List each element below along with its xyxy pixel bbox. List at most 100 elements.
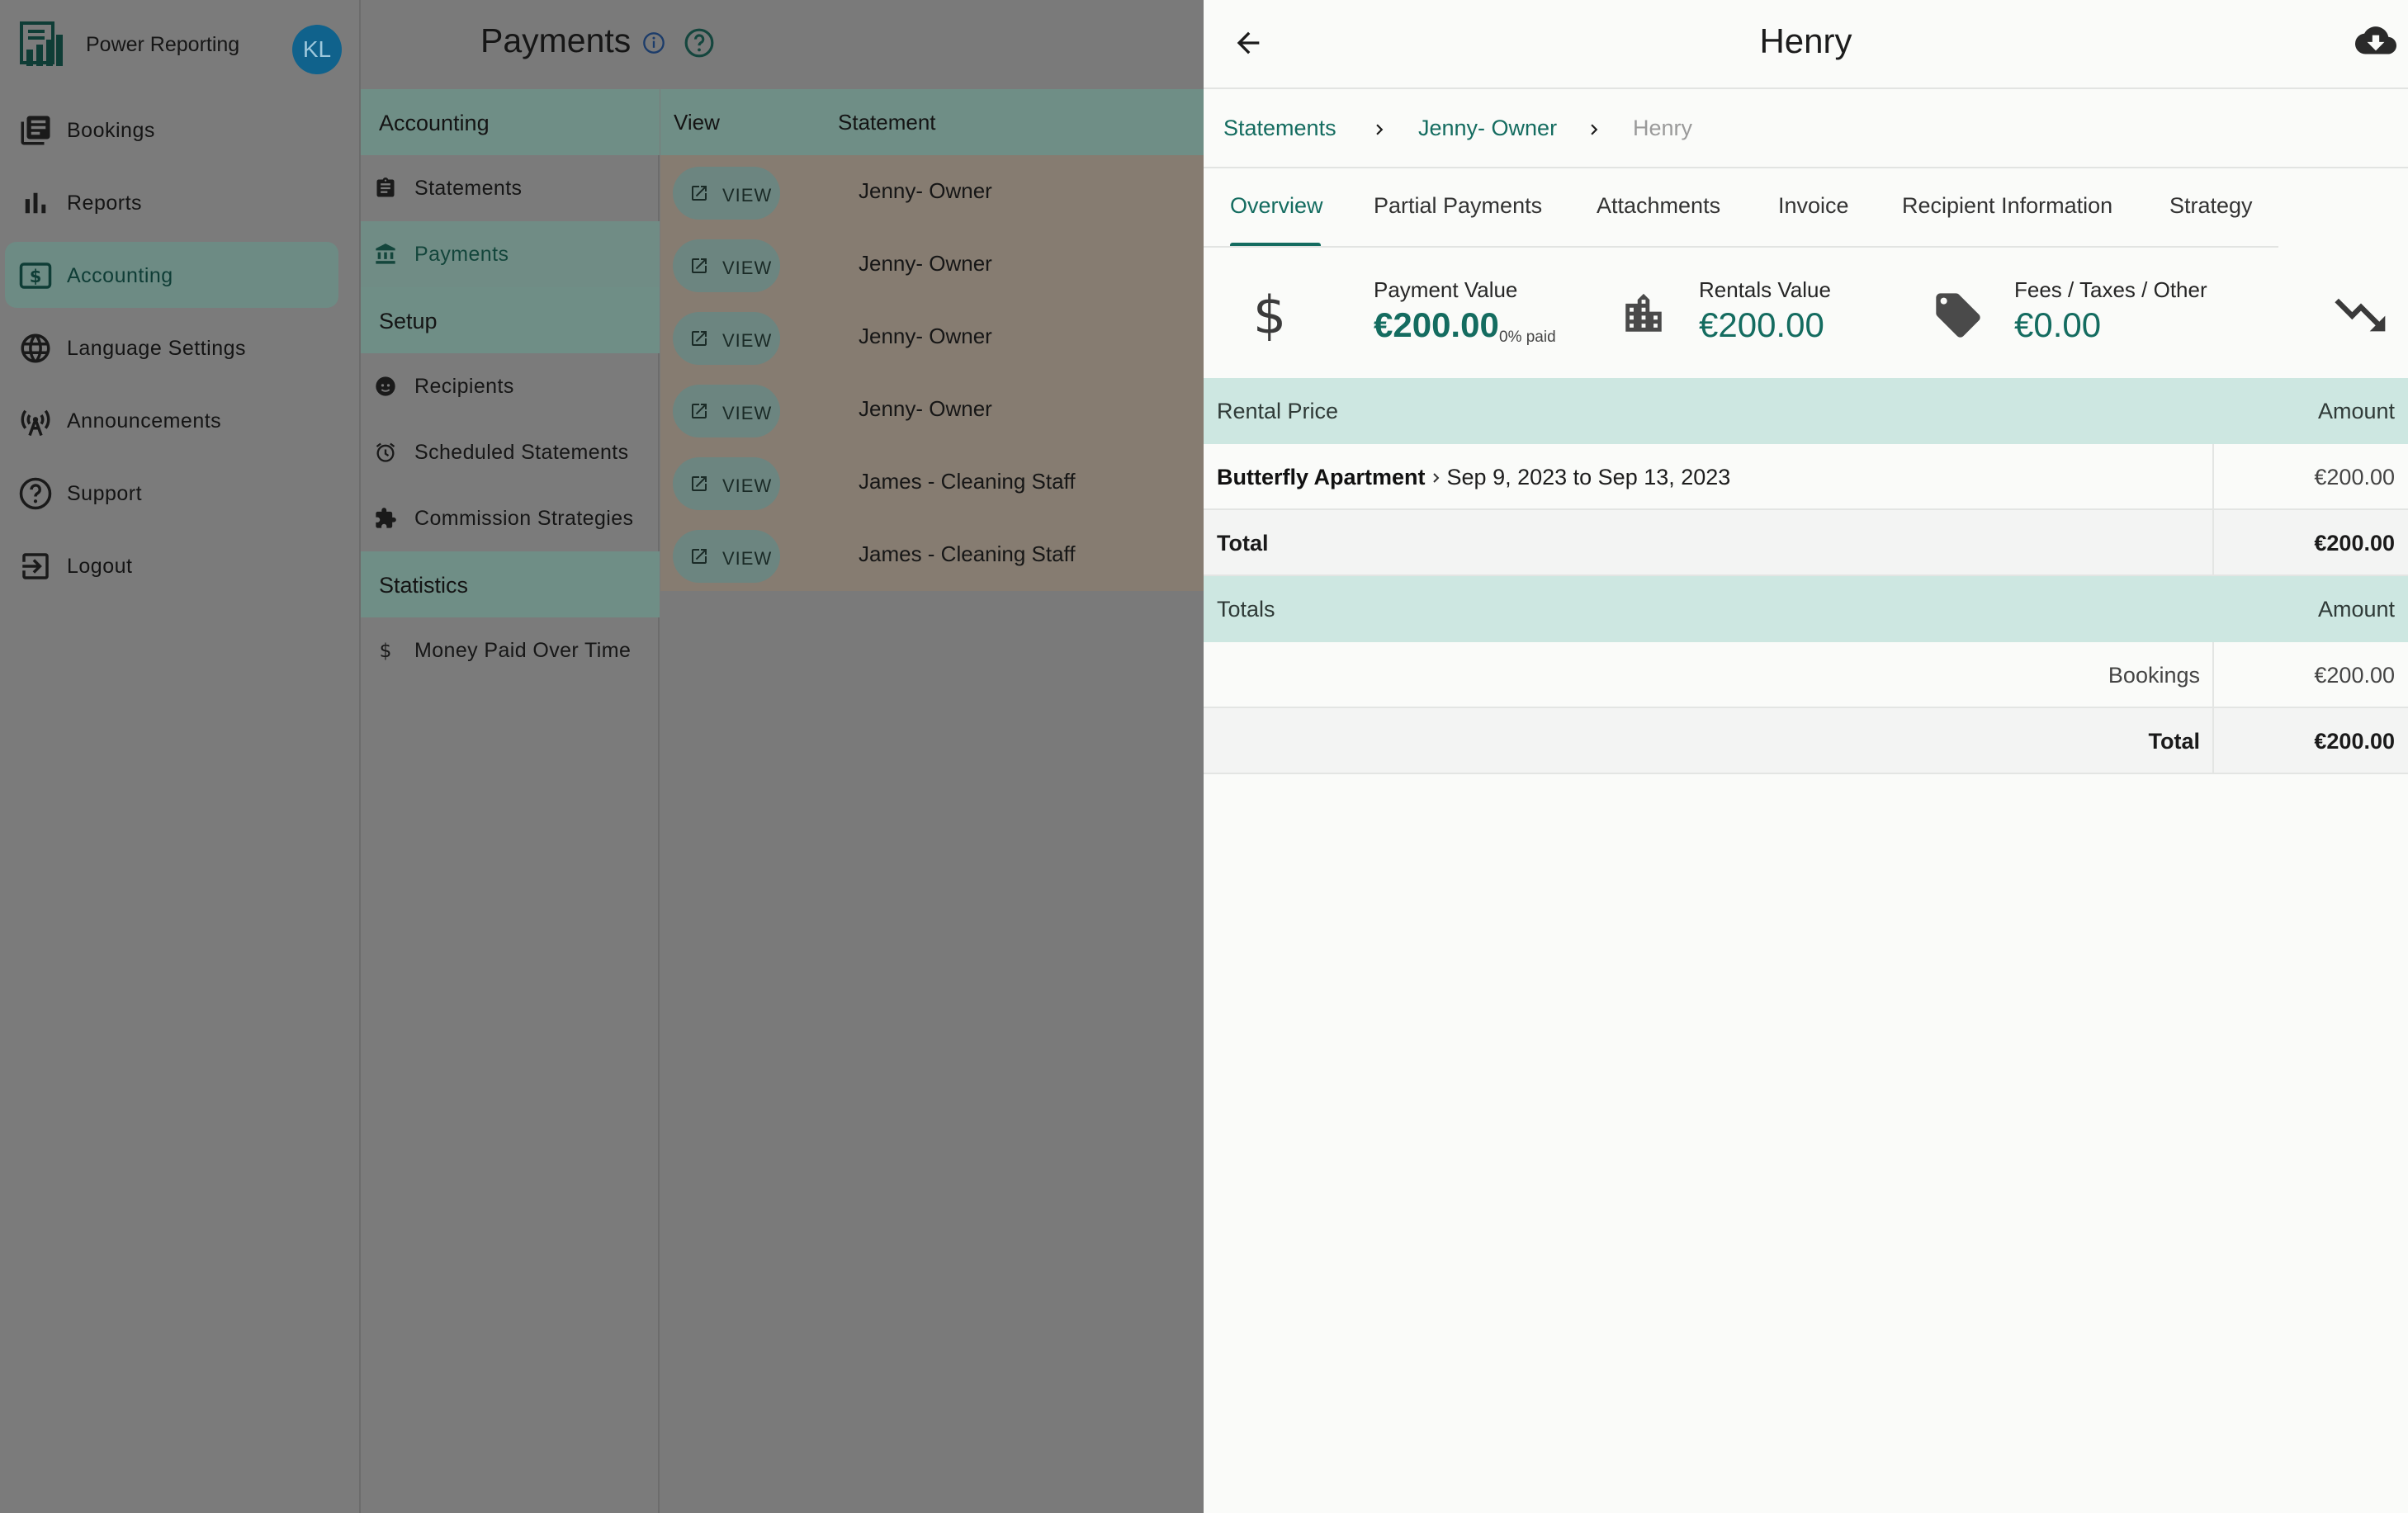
rental-total-label: Total xyxy=(1217,531,1269,556)
stat-value: €0.00 xyxy=(2014,305,2102,344)
view-button[interactable]: VIEW xyxy=(673,385,780,437)
tabs-divider xyxy=(1204,246,2278,248)
totals-total-label: Total xyxy=(2148,729,2201,754)
drawer-header: Henry xyxy=(1204,0,2408,89)
bookings-amount: €200.00 xyxy=(2314,663,2395,688)
help-circle-icon[interactable] xyxy=(684,27,715,59)
table-row: VIEW Jenny- Owner xyxy=(660,373,1204,446)
breadcrumb: Statements Jenny- Owner Henry xyxy=(1204,89,2408,168)
stat-label: Rentals Value xyxy=(1699,277,1831,302)
chevron-right-icon xyxy=(1376,124,1384,135)
subnav-item-label: Payments xyxy=(414,243,509,266)
table-row: Butterfly Apartment Sep 9, 2023 to Sep 13… xyxy=(1204,444,2408,510)
info-icon[interactable] xyxy=(642,31,665,54)
column-header-view[interactable]: View xyxy=(674,110,720,135)
column-divider xyxy=(2212,708,2214,774)
nav-item-logout[interactable]: Logout xyxy=(5,532,338,598)
cloud-download-icon[interactable] xyxy=(2355,26,2396,61)
column-header-statement[interactable]: Statement xyxy=(838,110,936,135)
avatar[interactable]: KL xyxy=(292,25,342,74)
rental-total-amount: €200.00 xyxy=(2314,531,2395,556)
svg-text:$: $ xyxy=(30,267,42,286)
accounting-icon: $ xyxy=(19,262,52,289)
power-reporting-logo-icon xyxy=(20,21,63,66)
tab-partial-payments[interactable]: Partial Payments xyxy=(1374,193,1542,219)
column-header-amount: Amount xyxy=(2317,399,2395,423)
breadcrumb-statements[interactable]: Statements xyxy=(1223,116,1336,141)
subnav-item-scheduled-statements[interactable]: Scheduled Statements xyxy=(361,419,660,485)
booking-dates: Sep 9, 2023 to Sep 13, 2023 xyxy=(1446,465,1731,489)
column-header-rental-price: Rental Price xyxy=(1217,399,1339,423)
subnav-header-label: Accounting xyxy=(379,111,490,135)
open-in-new-icon xyxy=(692,186,707,201)
view-button[interactable]: VIEW xyxy=(673,312,780,365)
tab-recipient-information[interactable]: Recipient Information xyxy=(1902,193,2112,219)
stat-rentals-value: Rentals Value €200.00 xyxy=(1620,272,1900,363)
back-arrow-icon[interactable] xyxy=(1232,26,1265,59)
view-button-label: VIEW xyxy=(722,330,773,351)
totals-header: Totals Amount xyxy=(1204,576,2408,642)
statement-cell: James - Cleaning Staff xyxy=(859,469,1076,494)
view-button[interactable]: VIEW xyxy=(673,239,780,292)
rental-line[interactable]: Butterfly Apartment Sep 9, 2023 to Sep 13… xyxy=(1217,465,1730,490)
subnav-item-recipients[interactable]: Recipients xyxy=(361,353,660,419)
open-in-new-icon xyxy=(692,476,707,491)
view-button[interactable]: VIEW xyxy=(673,530,780,583)
subnav-item-statements[interactable]: Statements xyxy=(361,155,660,221)
nav-item-language-settings[interactable]: Language Settings xyxy=(5,314,338,381)
totals-total-row: Total €200.00 xyxy=(1204,708,2408,774)
view-button[interactable]: VIEW xyxy=(673,167,780,220)
building-icon xyxy=(1625,293,1662,332)
nav-item-accounting[interactable]: $ Accounting xyxy=(5,242,338,308)
subnav-item-label: Money Paid Over Time xyxy=(414,639,632,662)
bookings-icon xyxy=(21,116,50,145)
subnav-item-label: Commission Strategies xyxy=(414,507,634,530)
svg-text:$: $ xyxy=(1253,289,1286,342)
open-in-new-icon xyxy=(692,549,707,564)
nav-item-reports[interactable]: Reports xyxy=(5,169,338,235)
bank-icon xyxy=(376,243,395,264)
trending-down-icon[interactable] xyxy=(2335,294,2387,333)
rental-total-row: Total €200.00 xyxy=(1204,510,2408,576)
property-name: Butterfly Apartment xyxy=(1217,465,1426,489)
subnav-item-payments[interactable]: Payments xyxy=(361,221,660,287)
view-button[interactable]: VIEW xyxy=(673,457,780,510)
svg-text:$: $ xyxy=(380,639,392,662)
tab-strategy[interactable]: Strategy xyxy=(2169,193,2253,219)
stat-payment-value: $ Payment Value €200.00 0% paid xyxy=(1253,272,1567,363)
tab-attachments[interactable]: Attachments xyxy=(1597,193,1720,219)
column-divider xyxy=(2212,444,2214,510)
chevron-right-icon xyxy=(1432,473,1439,483)
alarm-clock-icon xyxy=(376,442,395,462)
statement-cell: James - Cleaning Staff xyxy=(859,541,1076,566)
table-row: VIEW Jenny- Owner xyxy=(660,228,1204,300)
brand: Power Reporting KL xyxy=(20,21,350,76)
drawer-tabs: Overview Partial Payments Attachments In… xyxy=(1204,168,2408,248)
subnav-item-label: Scheduled Statements xyxy=(414,441,629,464)
breadcrumb-jenny-owner[interactable]: Jenny- Owner xyxy=(1418,116,1557,141)
tab-overview[interactable]: Overview xyxy=(1230,193,1323,219)
tab-invoice[interactable]: Invoice xyxy=(1778,193,1849,219)
tag-icon xyxy=(1936,293,1980,338)
view-button-label: VIEW xyxy=(722,258,773,278)
help-circle-icon xyxy=(19,477,52,510)
nav-item-announcements[interactable]: Announcements xyxy=(5,387,338,453)
nav-item-bookings[interactable]: Bookings xyxy=(5,97,338,163)
subnav-item-commission-strategies[interactable]: Commission Strategies xyxy=(361,485,660,551)
nav-item-label: Reports xyxy=(67,191,143,215)
subnav-item-label: Statements xyxy=(414,177,523,200)
chevron-right-icon xyxy=(1591,124,1598,135)
subnav-header-label: Setup xyxy=(379,309,438,333)
statement-cell: Jenny- Owner xyxy=(859,251,992,276)
dollar-icon: $ xyxy=(1253,289,1286,342)
puzzle-piece-icon xyxy=(376,508,396,528)
app-name: Power Reporting xyxy=(86,33,240,56)
column-divider xyxy=(2212,510,2214,576)
subnav-item-money-paid-over-time[interactable]: $ Money Paid Over Time xyxy=(361,617,660,683)
table-row: VIEW Jenny- Owner xyxy=(660,300,1204,373)
stat-fees-taxes-other: Fees / Taxes / Other €0.00 xyxy=(1932,272,2295,363)
bookings-label: Bookings xyxy=(2108,663,2200,688)
nav-item-support[interactable]: Support xyxy=(5,460,338,526)
dollar-icon: $ xyxy=(380,639,392,662)
clipboard-icon xyxy=(376,177,395,197)
